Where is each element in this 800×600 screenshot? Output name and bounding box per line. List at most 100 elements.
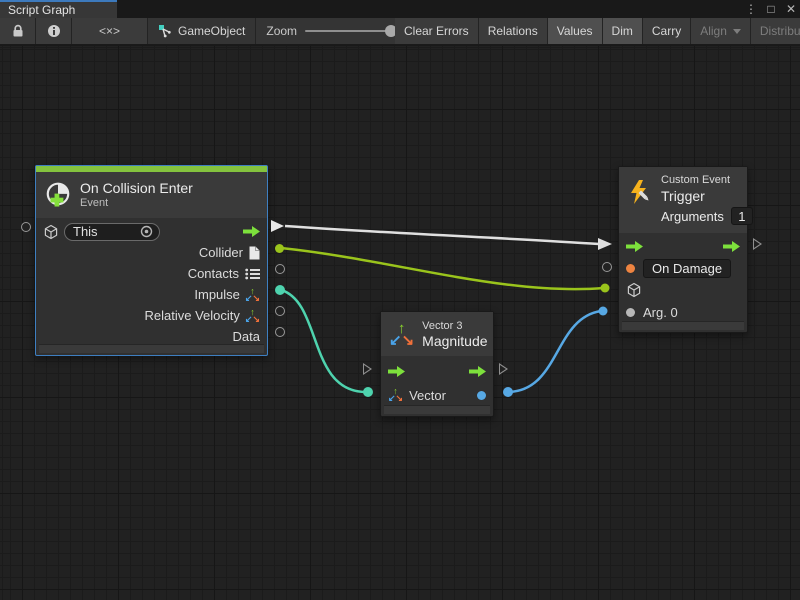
node-footer	[384, 405, 490, 414]
maximize-icon[interactable]: □	[764, 2, 778, 16]
wire-green-endpoint	[601, 284, 610, 293]
port-event-name-input[interactable]	[602, 262, 612, 272]
graph-owner-icon	[158, 24, 172, 38]
node-footer	[39, 344, 264, 353]
close-icon[interactable]: ✕	[784, 2, 798, 16]
port-label: Arg. 0	[643, 305, 678, 320]
event-name-value: On Damage	[652, 261, 722, 276]
node-title: Trigger	[661, 188, 753, 205]
collider-document-icon	[249, 246, 260, 260]
port-label: Relative Velocity	[145, 308, 240, 323]
node-on-collision-enter[interactable]: On Collision Enter Event This	[35, 165, 268, 356]
gameobject-context[interactable]: GameObject	[148, 18, 256, 44]
chevron-down-icon	[733, 29, 741, 34]
self-object-field[interactable]: This	[64, 223, 160, 241]
node-subtitle: Event	[80, 197, 193, 210]
port-flow-output-connected[interactable]	[271, 220, 284, 232]
self-object-value: This	[73, 224, 98, 239]
row-vector-input: ↑ ↙↘ Vector	[381, 383, 493, 407]
vector3-icon: ↑ ↙↘	[245, 287, 260, 303]
port-impulse-output[interactable]	[275, 285, 285, 295]
carry-toggle[interactable]: Carry	[643, 18, 691, 44]
object-picker-icon[interactable]	[140, 225, 153, 238]
align-label: Align	[700, 24, 727, 38]
node-header: Custom Event Trigger Arguments 1	[619, 167, 747, 233]
vector3-icon: ↑ ↙↘	[388, 387, 403, 403]
zoom-slider[interactable]	[305, 30, 393, 32]
tab-script-graph[interactable]: Script Graph	[0, 0, 117, 18]
port-data-output[interactable]	[275, 327, 285, 337]
node-trigger-custom-event[interactable]: Custom Event Trigger Arguments 1	[618, 166, 748, 333]
gameobject-cube-icon	[626, 282, 642, 298]
node-header: ↑ ↙↘ Vector 3 Magnitude	[381, 312, 493, 356]
port-relative-velocity-output[interactable]	[275, 306, 285, 316]
event-name-port[interactable]	[626, 264, 635, 273]
align-dropdown[interactable]: Align	[691, 18, 751, 44]
script-graph-window: Script Graph ⋮ □ ✕	[0, 0, 800, 600]
node-footer	[622, 321, 744, 330]
wire-flow-arrowhead	[598, 238, 612, 250]
info-button[interactable]	[36, 18, 72, 44]
port-label: Vector	[409, 388, 446, 403]
toolbar-left-group: <×> GameObject Zoom 1x	[0, 18, 425, 44]
relations-button[interactable]: Relations	[479, 18, 548, 44]
edit-graph-button[interactable]: <×>	[72, 18, 148, 44]
port-contacts-output[interactable]	[275, 264, 285, 274]
distribute-label: Distribute	[760, 24, 800, 38]
row-self: This	[36, 221, 267, 242]
event-name-field[interactable]: On Damage	[643, 259, 731, 278]
port-label: Collider	[199, 245, 243, 260]
arguments-count-field[interactable]: 1	[731, 207, 753, 225]
row-impulse: Impulse ↑ ↙↘	[36, 284, 267, 305]
node-type-label: Vector 3	[422, 319, 487, 333]
row-flow	[619, 235, 747, 257]
wire-collider-to-target[interactable]	[281, 248, 604, 289]
clear-errors-button[interactable]: Clear Errors	[395, 18, 479, 44]
node-vector3-magnitude[interactable]: ↑ ↙↘ Vector 3 Magnitude	[380, 311, 494, 417]
port-flow-output-unconnected[interactable]	[499, 363, 508, 375]
toolbar-right-group: Clear Errors Relations Values Dim Carry …	[395, 18, 800, 44]
node-type-label: Custom Event	[661, 173, 753, 187]
info-icon	[47, 24, 61, 38]
arguments-label: Arguments	[661, 208, 724, 225]
menu-icon[interactable]: ⋮	[744, 2, 758, 16]
node-header: On Collision Enter Event	[36, 172, 267, 218]
port-flow-output-unconnected[interactable]	[753, 238, 762, 250]
vector3-icon: ↑ ↙↘	[245, 308, 260, 324]
wire-teal-endpoint	[363, 387, 373, 397]
arg0-port[interactable]	[626, 308, 635, 317]
wire-blue-endpoint	[599, 307, 608, 316]
lock-button[interactable]	[0, 18, 36, 44]
arguments-count-value: 1	[738, 209, 745, 224]
wire-magnitude-to-arg0[interactable]	[509, 311, 601, 392]
flow-input-arrow-icon[interactable]	[388, 366, 405, 377]
gameobject-cube-icon	[43, 224, 59, 240]
graph-toolbar: <×> GameObject Zoom 1x	[0, 18, 800, 45]
row-contacts: Contacts	[36, 263, 267, 284]
port-self-input[interactable]	[21, 222, 31, 232]
dim-toggle[interactable]: Dim	[603, 18, 643, 44]
tab-title: Script Graph	[8, 3, 75, 17]
row-target	[619, 279, 747, 301]
distribute-dropdown[interactable]: Distribute	[751, 18, 800, 44]
port-collider-output[interactable]	[275, 244, 284, 253]
node-title: Magnitude	[422, 333, 487, 350]
on-collision-enter-icon	[44, 181, 72, 209]
port-label: Impulse	[194, 287, 240, 302]
flow-output-arrow-icon[interactable]	[469, 366, 486, 377]
flow-input-arrow-icon[interactable]	[626, 241, 643, 252]
flow-output-arrow-icon[interactable]	[243, 226, 260, 237]
magnitude-result-port[interactable]	[477, 391, 486, 400]
flow-output-arrow-icon[interactable]	[723, 241, 740, 252]
graph-canvas[interactable]: On Collision Enter Event This	[0, 46, 800, 600]
gameobject-label: GameObject	[178, 24, 245, 38]
wire-flow-collision-to-trigger[interactable]	[285, 226, 599, 244]
lock-icon	[12, 24, 24, 38]
wire-impulse-to-vector[interactable]	[281, 290, 366, 392]
port-flow-input-unconnected[interactable]	[363, 363, 372, 375]
zoom-label: Zoom	[266, 24, 297, 38]
values-toggle[interactable]: Values	[548, 18, 603, 44]
vector3-icon: ↑ ↙↘	[389, 321, 414, 348]
row-event-name: On Damage	[619, 257, 747, 279]
wire-blue-startpoint	[503, 387, 513, 397]
